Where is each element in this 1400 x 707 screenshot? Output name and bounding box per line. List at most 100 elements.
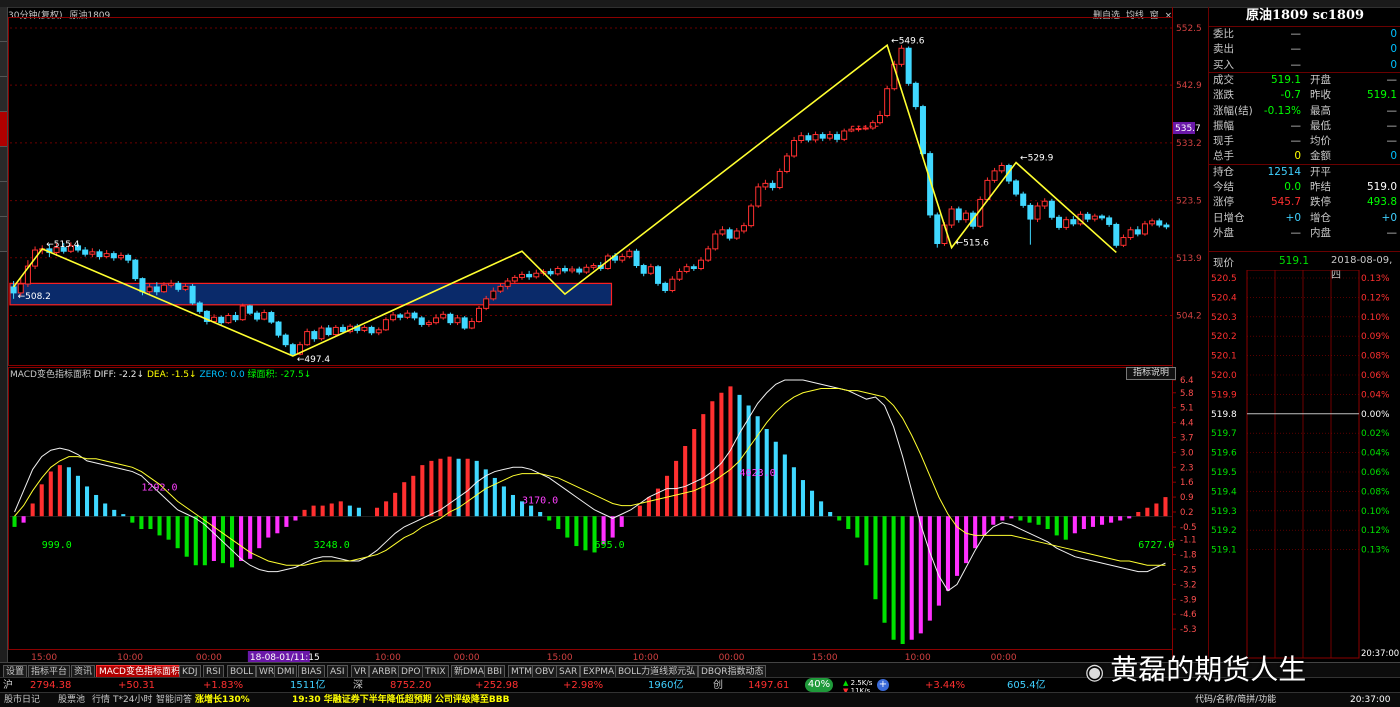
x-tick-label: 15:00 — [812, 653, 838, 662]
now-price-label: 现价 — [1213, 257, 1234, 269]
candle-body — [733, 230, 740, 239]
left-tab-7[interactable] — [0, 217, 7, 252]
status-item: 8752.20 — [390, 680, 432, 691]
candle-body — [110, 253, 117, 259]
quote-value-2: — — [1386, 73, 1398, 86]
candle-body — [769, 182, 776, 189]
bottom-link-qa[interactable]: 智能问答 — [156, 693, 192, 707]
candle-body — [318, 327, 325, 340]
candle-body — [368, 326, 375, 334]
candle-body — [619, 256, 626, 261]
candle-body — [884, 88, 891, 117]
ladder-price: 519.5 — [1211, 468, 1237, 478]
price-tick-label: 533.2 — [1176, 139, 1202, 149]
kline-macd-svg[interactable]: 552.5 542.9 535.7 533.2 523.5 513.9 504.2 ←515.… — [8, 7, 1213, 662]
x-tick-label: 10:00 — [905, 653, 931, 662]
bottom-link-pool[interactable]: 股票池 — [58, 693, 85, 707]
indicator-help-button[interactable]: 指标说明 — [1126, 367, 1176, 380]
quote-label: 涨跌 — [1213, 89, 1234, 102]
macd-area-label: 1292.0 — [141, 483, 177, 494]
quote-value-2: 0 — [1390, 43, 1397, 56]
ladder-pct: 0.12% — [1361, 293, 1390, 303]
left-tab-2[interactable] — [0, 42, 7, 77]
ladder-price: 520.4 — [1211, 293, 1237, 303]
ladder-pct: 0.09% — [1361, 332, 1390, 342]
chart-area[interactable]: 30分钟(复权) 原油1809 删自选 均线 窗 × 552.5 542.9 535… — [8, 7, 1213, 662]
candle-body — [1098, 215, 1105, 219]
candle-body — [948, 208, 955, 226]
left-tab-5[interactable] — [0, 147, 7, 182]
quote-row: 日增仓 +0 增仓 +0 — [1213, 211, 1397, 226]
ladder-price: 519.2 — [1211, 526, 1237, 536]
bottom-link-24h[interactable]: T*24小时 — [113, 693, 152, 707]
macd-tick-label: 3.0 — [1180, 448, 1194, 458]
watermark: ◉ 黄磊的期货人生 — [1085, 648, 1306, 688]
ladder-price: 519.9 — [1211, 390, 1237, 400]
macd-tick-label: -3.2 — [1180, 580, 1197, 590]
candle-body — [261, 312, 268, 320]
candle-body — [196, 302, 203, 312]
status-item: +252.98 — [475, 680, 519, 691]
left-tab-active[interactable] — [0, 112, 7, 147]
quote-row: 持仓 12514 开平 — [1213, 165, 1397, 180]
quote-value: 0 — [1294, 150, 1301, 163]
x-tick-label: 10:00 — [117, 653, 143, 662]
quote-value: — — [1290, 135, 1302, 148]
quote-value-2: — — [1386, 119, 1398, 132]
left-tab-6[interactable] — [0, 182, 7, 217]
command-input[interactable]: 代码/名称/简拼/功能 — [1195, 693, 1276, 707]
macd-tick-label: 1.6 — [1180, 478, 1194, 488]
zigzag-label: ←508.2 — [18, 292, 51, 302]
quote-value: 0.0 — [1284, 181, 1301, 193]
quote-panel: 原油1809 sc1809 委比 — 0 卖出 — 0 买入 — 0 成交 519.1 开盘 — 涨跌 -0… — [1208, 7, 1400, 662]
bottom-bar: 股市日记 股票池 行情 T*24小时 智能问答 涨增长130% 19:30 华融… — [0, 692, 1400, 707]
news-ticker[interactable]: 19:30 华融证券下半年降低超预期 公司评级降至BBB — [292, 693, 510, 707]
ladder-pct: 0.02% — [1361, 429, 1390, 439]
candle-body — [991, 170, 998, 181]
quote-label: 委比 — [1213, 28, 1234, 40]
candle-body — [117, 254, 124, 259]
candle-body — [1113, 223, 1120, 246]
macd-tick-label: 4.4 — [1180, 419, 1194, 429]
quote-label-2: 金额 — [1310, 150, 1331, 163]
status-item: +2.98% — [563, 680, 604, 691]
macd-diff-line — [14, 379, 1166, 592]
candle-body — [676, 270, 683, 280]
bottom-link-quotes[interactable]: 行情 — [92, 693, 110, 707]
candle-body — [182, 285, 189, 290]
quote-label-2: 跌停 — [1310, 196, 1331, 209]
candle-body — [433, 317, 440, 324]
left-tab-3[interactable] — [0, 77, 7, 112]
clock: 20:37:00 — [1350, 695, 1391, 705]
quote-label: 今结 — [1213, 181, 1234, 193]
status-item: 创 — [713, 680, 723, 691]
quote-row: 买入 — 0 — [1213, 58, 1397, 73]
candle-body — [411, 312, 418, 319]
candle-body — [132, 259, 139, 280]
macd-tick-label: -2.5 — [1180, 565, 1197, 575]
ladder-time: 20:37:00 — [1361, 649, 1399, 659]
candle-body — [934, 214, 941, 244]
plus-icon[interactable]: + — [877, 679, 889, 691]
quote-value: — — [1290, 226, 1302, 239]
candle-body — [640, 265, 647, 274]
x-tick-label: 10:00 — [633, 653, 659, 662]
quote-label: 成交 — [1213, 73, 1234, 86]
tick-chart-svg[interactable]: 520.5 0.13% 520.4 0.12% 520.3 0.10% 520.2 0.09%… — [1209, 270, 1400, 662]
candle-body — [1041, 200, 1048, 207]
candle-body — [361, 326, 368, 331]
status-item: 2794.38 — [30, 680, 72, 691]
ladder-pct: 0.13% — [1361, 274, 1390, 284]
quote-row: 涨停 545.7 跌停 493.8 — [1213, 195, 1397, 210]
quote-row: 今结 0.0 昨结 519.0 — [1213, 180, 1397, 195]
candle-body — [476, 307, 483, 322]
bottom-link-diary[interactable]: 股市日记 — [4, 693, 40, 707]
left-tab-1[interactable] — [0, 7, 7, 42]
candle-body — [139, 278, 146, 293]
quote-label-2: 开平 — [1310, 165, 1331, 178]
quote-label-2: 昨收 — [1310, 89, 1331, 102]
price-tick-label: 552.5 — [1176, 24, 1202, 34]
macd-tick-label: 0.9 — [1180, 493, 1194, 503]
x-tick-label: 00:00 — [196, 653, 222, 662]
candle-body — [390, 314, 397, 321]
